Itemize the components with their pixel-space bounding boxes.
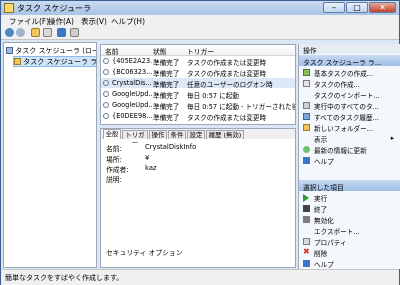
- col-trigger[interactable]: トリガー: [187, 46, 214, 56]
- tab-triggers[interactable]: トリガー: [122, 130, 148, 147]
- col-status[interactable]: 状態: [153, 46, 167, 56]
- create-task-icon: [303, 80, 310, 87]
- col-name[interactable]: 名前: [105, 46, 119, 56]
- op-new-folder[interactable]: 新しいフォルダー...: [299, 122, 400, 133]
- console-icon[interactable]: [70, 28, 79, 37]
- tree-library-label: タスク スケジューラ ラ...: [23, 58, 97, 66]
- clock-icon: [103, 80, 109, 86]
- author-value: kaz: [145, 164, 157, 172]
- clock-icon: [103, 69, 109, 75]
- operations-section-library[interactable]: タスク スケジューラ ラ...: [299, 55, 400, 67]
- op-import-task[interactable]: タスクのインポート...: [299, 89, 400, 100]
- table-row-selected[interactable]: CrystalDis... 準備完了 任意のユーザーのログオン時: [101, 78, 295, 89]
- op-help-1[interactable]: ヘルプ: [299, 155, 400, 166]
- import-task-icon: [303, 91, 310, 98]
- properties-icon[interactable]: [43, 28, 52, 37]
- location-value: ¥: [145, 154, 150, 162]
- clock-icon: [103, 58, 109, 64]
- task-scheduler-app-icon: [4, 3, 14, 13]
- task-list-header: 名前 状態 トリガー: [101, 45, 295, 56]
- properties-icon: [303, 238, 310, 245]
- tab-actions[interactable]: 操作: [149, 130, 167, 139]
- folder-icon: [14, 58, 21, 65]
- table-row[interactable]: {405E2A23... 準備完了 タスクの作成または変更時: [101, 56, 295, 67]
- operations-header: 操作: [299, 44, 400, 55]
- running-tasks-icon: [303, 102, 310, 109]
- scheduler-icon: [6, 47, 13, 54]
- submenu-arrow-icon: ▸: [390, 134, 394, 142]
- status-text: 簡単なタスクをすばやく作成します。: [5, 274, 124, 282]
- table-row[interactable]: {BC06323... 準備完了 タスクの作成または変更時: [101, 67, 295, 78]
- stop-icon: [303, 205, 310, 212]
- refresh-icon: [303, 146, 310, 153]
- help-icon[interactable]: [57, 28, 66, 37]
- status-bar: 簡単なタスクをすばやく作成します。: [1, 269, 399, 285]
- description-label: 説明:: [106, 176, 122, 184]
- author-label: 作成者:: [106, 166, 129, 174]
- op-create-task[interactable]: タスクの作成...: [299, 78, 400, 89]
- operations-section-selected[interactable]: 選択した項目: [299, 180, 400, 192]
- toolbar: [1, 26, 399, 40]
- create-basic-task-icon: [303, 69, 310, 76]
- disable-icon: [303, 216, 310, 223]
- op-run[interactable]: 実行: [299, 192, 400, 203]
- op-disable[interactable]: 無効化: [299, 214, 400, 225]
- tab-settings[interactable]: 設定: [187, 130, 205, 139]
- window-title: タスク スケジューラ: [17, 4, 91, 13]
- menu-bar: ファイル(F) 操作(A) 表示(V) ヘルプ(H): [1, 15, 399, 26]
- op-export[interactable]: エクスポート...: [299, 225, 400, 236]
- table-row[interactable]: GoogleUpd... 準備完了 毎日 0:57 に起動: [101, 89, 295, 100]
- maximize-button[interactable]: □: [346, 2, 368, 13]
- tab-history[interactable]: 履歴 (無効): [206, 130, 244, 139]
- operations-pane: 操作 タスク スケジューラ ラ... 基本タスクの作成... タスクの作成...…: [298, 44, 400, 269]
- title-bar: タスク スケジューラ – □ ✕: [1, 1, 399, 15]
- op-view[interactable]: 表示 ▸: [299, 133, 400, 144]
- close-button[interactable]: ✕: [369, 2, 396, 13]
- tree-root[interactable]: タスク スケジューラ (ロー...: [6, 46, 97, 55]
- folder-icon[interactable]: [31, 28, 40, 37]
- back-arrow-icon[interactable]: [5, 28, 14, 37]
- op-help-2[interactable]: ヘルプ: [299, 258, 400, 269]
- op-display-running-tasks[interactable]: 実行中のすべてのタ...: [299, 100, 400, 111]
- op-refresh[interactable]: 最新の情報に更新: [299, 144, 400, 155]
- op-create-basic-task[interactable]: 基本タスクの作成...: [299, 67, 400, 78]
- details-tabs: 全般 トリガー 操作 条件 設定 履歴 (無効): [101, 129, 295, 147]
- tree-library[interactable]: タスク スケジューラ ラ...: [13, 56, 97, 67]
- tree-pane: タスク スケジューラ (ロー... タスク スケジューラ ラ...: [3, 42, 97, 268]
- clock-icon: [103, 102, 109, 108]
- help-icon: [303, 260, 310, 267]
- security-options-label: セキュリティ オプション: [106, 249, 183, 257]
- table-row[interactable]: GoogleUpd... 準備完了 毎日 0:57 に起動 - トリガーされた後: [101, 100, 295, 111]
- task-history-icon: [303, 113, 310, 120]
- op-properties[interactable]: プロパティ: [299, 236, 400, 247]
- forward-arrow-icon[interactable]: [16, 28, 25, 37]
- location-label: 場所:: [106, 156, 122, 164]
- op-task-history[interactable]: すべてのタスク履歴...: [299, 111, 400, 122]
- task-list: 名前 状態 トリガー {405E2A23... 準備完了 タスクの作成または変更…: [100, 44, 296, 125]
- help-icon: [303, 157, 310, 164]
- table-row[interactable]: {E0DEE98... 準備完了 タスクの作成または変更時: [101, 111, 295, 122]
- new-folder-icon: [303, 124, 310, 131]
- run-icon: [303, 194, 309, 202]
- name-value: CrystalDiskInfo: [145, 143, 197, 151]
- name-label: 名前:: [106, 145, 122, 153]
- delete-icon: ✖: [303, 247, 310, 256]
- tab-general[interactable]: 全般: [103, 129, 121, 139]
- tree-root-label: タスク スケジューラ (ロー...: [15, 47, 97, 55]
- clock-icon: [103, 113, 109, 119]
- op-end[interactable]: 終了: [299, 203, 400, 214]
- op-delete[interactable]: ✖ 削除: [299, 247, 400, 259]
- details-pane: 全般 トリガー 操作 条件 設定 履歴 (無効) 名前: CrystalDisk…: [100, 128, 296, 268]
- tab-conditions[interactable]: 条件: [168, 130, 186, 139]
- minimize-button[interactable]: –: [323, 2, 345, 13]
- clock-icon: [103, 91, 109, 97]
- task-scheduler-window: タスク スケジューラ – □ ✕ ファイル(F) 操作(A) 表示(V) ヘルプ…: [0, 0, 400, 285]
